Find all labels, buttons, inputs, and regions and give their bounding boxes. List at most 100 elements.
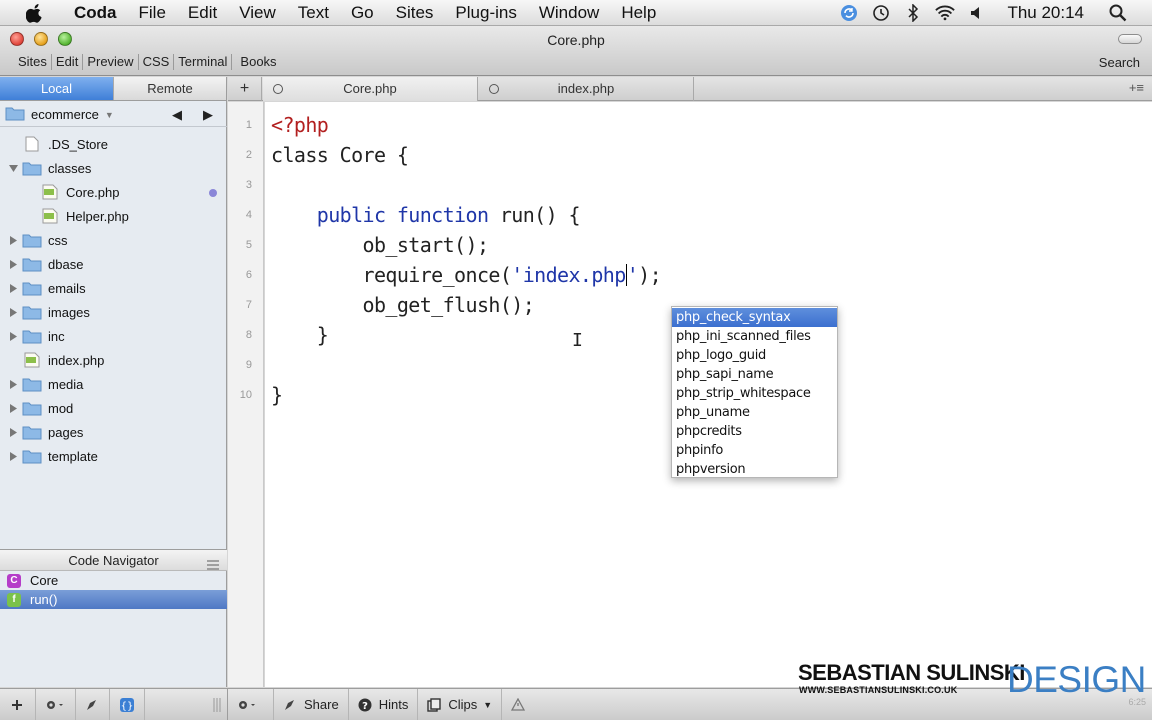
- autocomplete-item[interactable]: php_logo_guid: [672, 346, 837, 365]
- menu-window[interactable]: Window: [528, 0, 610, 26]
- file-tree: .DS_Store classes Core.php Helper.php css dba…: [0, 132, 227, 468]
- tree-item[interactable]: dbase: [0, 252, 227, 276]
- tree-item[interactable]: inc: [0, 324, 227, 348]
- toolbar-edit[interactable]: Edit: [52, 54, 84, 70]
- code-line: class Core {: [271, 140, 409, 170]
- tree-item[interactable]: classes: [0, 156, 227, 180]
- watermark-design: DESIGN: [1007, 659, 1146, 700]
- apple-icon[interactable]: [24, 2, 46, 24]
- autocomplete-item[interactable]: phpcredits: [672, 422, 837, 441]
- autocomplete-item[interactable]: php_sapi_name: [672, 365, 837, 384]
- site-folder-icon: [5, 105, 25, 124]
- disclosure-closed-icon[interactable]: [8, 403, 18, 413]
- disclosure-closed-icon[interactable]: [8, 451, 18, 461]
- publish-icon[interactable]: [76, 688, 110, 720]
- menu-app-coda[interactable]: Coda: [60, 0, 128, 26]
- menu-help[interactable]: Help: [610, 0, 667, 26]
- code-navigator-item[interactable]: C Core: [0, 571, 227, 590]
- tab-local[interactable]: Local: [0, 77, 113, 100]
- site-selector[interactable]: ecommerce ▼ ◀ ▶: [0, 103, 227, 127]
- bluetooth-icon[interactable]: [903, 3, 923, 23]
- tree-item[interactable]: pages: [0, 420, 227, 444]
- tree-item-label: Core.php: [66, 184, 120, 200]
- tree-item[interactable]: images: [0, 300, 227, 324]
- autocomplete-popup[interactable]: php_check_syntax php_ini_scanned_files php…: [671, 306, 838, 478]
- time-machine-icon[interactable]: [871, 3, 891, 23]
- tree-item[interactable]: index.php: [0, 348, 227, 372]
- disclosure-open-icon[interactable]: [8, 163, 18, 173]
- disclosure-closed-icon[interactable]: [8, 427, 18, 437]
- code-line: }: [271, 380, 283, 410]
- toolbar-sites[interactable]: Sites: [14, 54, 52, 70]
- menu-edit[interactable]: Edit: [177, 0, 228, 26]
- menu-file[interactable]: File: [128, 0, 177, 26]
- forward-arrow-icon[interactable]: ▶: [203, 107, 213, 123]
- line-number: 4: [245, 209, 252, 221]
- tab-core-php[interactable]: Core.php: [263, 77, 478, 101]
- line-number: 8: [245, 329, 252, 341]
- watermark-logo: SEBASTIAN SULINSKI WWW.SEBASTIANSULINSKI…: [798, 660, 1146, 700]
- disclosure-closed-icon[interactable]: [8, 307, 18, 317]
- menu-view[interactable]: View: [228, 0, 287, 26]
- disclosure-closed-icon[interactable]: [8, 259, 18, 269]
- autocomplete-item[interactable]: php_uname: [672, 403, 837, 422]
- modified-dot-icon: [209, 189, 217, 197]
- code-token: run() {: [488, 203, 581, 227]
- toolbar-books[interactable]: Books: [236, 54, 280, 70]
- disclosure-closed-icon[interactable]: [8, 283, 18, 293]
- autocomplete-item[interactable]: phpinfo: [672, 441, 837, 460]
- disclosure-closed-icon[interactable]: [8, 235, 18, 245]
- code-token: 'index.php: [511, 263, 626, 287]
- wifi-icon[interactable]: [935, 3, 956, 23]
- tree-item[interactable]: template: [0, 444, 227, 468]
- disclosure-closed-icon[interactable]: [8, 379, 18, 389]
- window-title: Core.php: [547, 32, 605, 48]
- spotlight-search-icon[interactable]: [1108, 3, 1128, 23]
- tab-index-php[interactable]: index.php: [479, 77, 694, 101]
- toolbar-css[interactable]: CSS: [139, 54, 175, 70]
- menu-plugins[interactable]: Plug-ins: [444, 0, 527, 26]
- code-navigator-item[interactable]: f run(): [0, 590, 227, 609]
- sync-icon[interactable]: [839, 3, 859, 23]
- text-cursor-icon: I: [572, 330, 583, 351]
- line-number: 2: [245, 149, 252, 161]
- hints-button[interactable]: ? Hints: [349, 688, 419, 720]
- gear-icon[interactable]: [36, 688, 76, 720]
- tree-item[interactable]: media: [0, 372, 227, 396]
- volume-icon[interactable]: [967, 3, 987, 23]
- autocomplete-item[interactable]: php_strip_whitespace: [672, 384, 837, 403]
- editor-gear-button[interactable]: [228, 688, 274, 720]
- warning-button[interactable]: [502, 689, 541, 720]
- autocomplete-item[interactable]: php_check_syntax: [672, 308, 837, 327]
- tree-item[interactable]: Core.php: [0, 180, 227, 204]
- tree-item[interactable]: Helper.php: [0, 204, 227, 228]
- toolbar-preview[interactable]: Preview: [83, 54, 139, 70]
- chevron-down-icon: ▼: [104, 109, 114, 120]
- autocomplete-item[interactable]: php_ini_scanned_files: [672, 327, 837, 346]
- toolbar-terminal[interactable]: Terminal: [174, 54, 233, 70]
- menu-sites[interactable]: Sites: [385, 0, 445, 26]
- add-icon[interactable]: [0, 688, 36, 720]
- site-name: ecommerce: [31, 107, 99, 122]
- toolbar-search[interactable]: Search: [1099, 55, 1140, 70]
- tree-item[interactable]: mod: [0, 396, 227, 420]
- menu-text[interactable]: Text: [287, 0, 340, 26]
- tree-item[interactable]: css: [0, 228, 227, 252]
- disclosure-closed-icon[interactable]: [8, 331, 18, 341]
- code-token: }: [271, 383, 283, 407]
- autocomplete-item[interactable]: phpversion: [672, 460, 837, 479]
- resize-handle-icon[interactable]: [145, 689, 227, 720]
- tab-remote[interactable]: Remote: [113, 77, 226, 100]
- menubar-clock[interactable]: Thu 20:14: [1007, 3, 1084, 23]
- braces-icon[interactable]: {}: [110, 688, 146, 720]
- tree-item[interactable]: emails: [0, 276, 227, 300]
- back-arrow-icon[interactable]: ◀: [172, 107, 182, 123]
- new-tab-button[interactable]: +: [228, 77, 262, 101]
- tree-item[interactable]: .DS_Store: [0, 132, 227, 156]
- share-button[interactable]: Share: [274, 688, 349, 720]
- toolbar-toggle-button[interactable]: [1118, 34, 1142, 44]
- tab-menu-icon[interactable]: +≡: [1129, 80, 1144, 95]
- code-token: ob_start();: [271, 233, 489, 257]
- menu-go[interactable]: Go: [340, 0, 385, 26]
- clips-button[interactable]: Clips ▼: [418, 688, 503, 720]
